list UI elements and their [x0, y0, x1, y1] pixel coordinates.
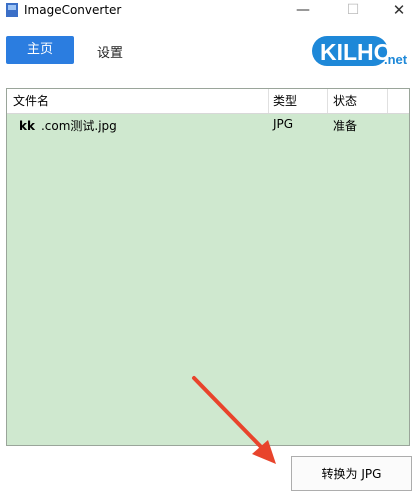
window-title: ImageConverter	[24, 3, 122, 17]
svg-text:KILHO: KILHO	[320, 39, 392, 65]
annotation-arrow-icon	[192, 376, 276, 464]
column-divider[interactable]	[327, 89, 328, 113]
title-bar: ImageConverter — ☐ ✕	[0, 0, 418, 22]
convert-button[interactable]: 转换为 JPG	[291, 456, 412, 491]
list-item[interactable]: kk .com测试.jpg JPG 准备	[7, 113, 409, 135]
tab-settings[interactable]: 设置	[97, 42, 123, 61]
app-icon	[6, 3, 18, 17]
column-header-type[interactable]: 类型	[273, 89, 297, 113]
file-name-prefix: kk	[19, 119, 35, 133]
svg-text:.net: .net	[384, 52, 408, 67]
file-type-cell: JPG	[273, 117, 294, 131]
file-name-cell: kk .com测试.jpg	[19, 117, 117, 134]
column-header-status[interactable]: 状态	[333, 89, 357, 113]
minimize-button[interactable]: —	[280, 0, 326, 22]
kilho-logo: KILHO .net	[312, 36, 408, 67]
column-divider[interactable]	[268, 89, 269, 113]
tab-home[interactable]: 主页	[6, 36, 74, 64]
file-name: .com测试.jpg	[40, 119, 117, 133]
column-header-name[interactable]: 文件名	[13, 89, 49, 113]
close-button[interactable]: ✕	[376, 0, 418, 22]
column-divider[interactable]	[387, 89, 388, 113]
list-header: 文件名 类型 状态	[7, 89, 409, 114]
file-status-cell: 准备	[333, 119, 358, 133]
maximize-button[interactable]: ☐	[330, 0, 376, 22]
